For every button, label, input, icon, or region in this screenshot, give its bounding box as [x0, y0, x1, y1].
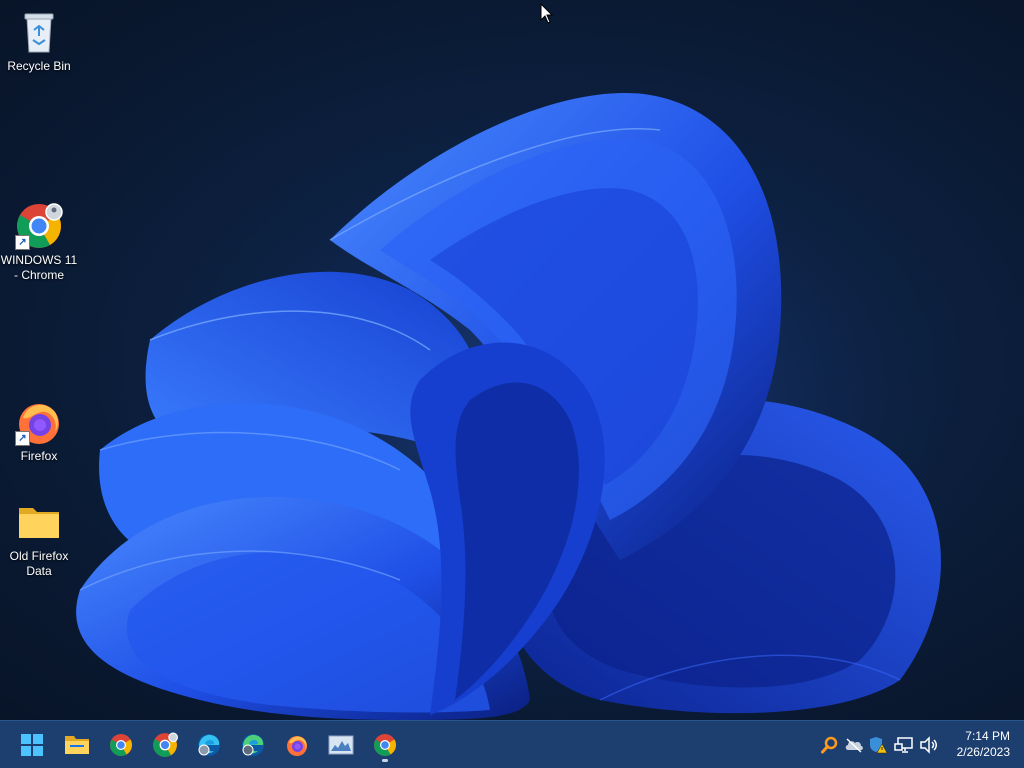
- folder-icon: [15, 498, 63, 546]
- onedrive-offline-icon: [845, 738, 863, 753]
- chrome-icon: [110, 734, 132, 756]
- taskbar-firefox[interactable]: [279, 727, 315, 763]
- shortcut-arrow-icon: ↗: [15, 431, 30, 446]
- taskbar-chrome-open[interactable]: [367, 727, 403, 763]
- tray-volume-icon[interactable]: [919, 735, 939, 755]
- desktop-icon-old-firefox-data[interactable]: Old Firefox Data: [0, 498, 78, 579]
- edge-icon: [198, 734, 220, 756]
- security-warning-icon: [870, 737, 888, 754]
- tray-onedrive-icon[interactable]: [844, 735, 864, 755]
- chrome-profile-icon: ↗: [15, 202, 63, 250]
- tray-network-icon[interactable]: [894, 735, 914, 755]
- desktop-icon-windows11-chrome[interactable]: ↗ WINDOWS 11 - Chrome: [0, 202, 78, 283]
- desktop-icon-label: Recycle Bin: [7, 59, 71, 73]
- start-button[interactable]: [14, 727, 50, 763]
- speaker-icon: [920, 736, 937, 754]
- bloom-artwork: [76, 90, 1020, 720]
- chrome-profile-icon: [153, 732, 178, 757]
- taskbar-clock[interactable]: 7:14 PM 2/26/2023: [940, 728, 1010, 760]
- tray-search-icon[interactable]: [820, 735, 840, 755]
- taskbar-edge-profile[interactable]: [235, 727, 271, 763]
- taskbar-chrome-profile[interactable]: [147, 727, 183, 763]
- magnifier-icon: [821, 736, 838, 754]
- edge-profile-icon: [242, 734, 264, 756]
- taskbar: 7:14 PM 2/26/2023: [0, 720, 1024, 768]
- desktop-icon-recycle-bin[interactable]: Recycle Bin: [0, 8, 78, 74]
- windows-start-icon: [21, 734, 43, 756]
- monitor-icon: [328, 735, 354, 755]
- desktop-icon-label: WINDOWS 11 - Chrome: [0, 253, 78, 282]
- firefox-icon: [287, 736, 307, 756]
- desktop-icon-label: Old Firefox Data: [9, 549, 69, 578]
- file-explorer-icon: [65, 736, 89, 754]
- clock-date: 2/26/2023: [956, 745, 1010, 759]
- tray-security-icon[interactable]: [868, 735, 888, 755]
- recycle-bin-icon: [15, 8, 63, 56]
- clock-time: 7:14 PM: [965, 729, 1010, 743]
- firefox-icon: ↗: [15, 398, 63, 446]
- desktop-wallpaper: [0, 0, 1024, 720]
- taskbar-file-explorer[interactable]: [59, 727, 95, 763]
- taskbar-chrome[interactable]: [103, 727, 139, 763]
- desktop-icon-firefox[interactable]: ↗ Firefox: [0, 398, 78, 464]
- taskbar-edge[interactable]: [191, 727, 227, 763]
- desktop-icon-label: Firefox: [20, 449, 58, 463]
- mouse-cursor-icon: [540, 3, 554, 24]
- shortcut-arrow-icon: ↗: [15, 235, 30, 250]
- network-icon: [894, 737, 913, 753]
- taskbar-resource-monitor[interactable]: [323, 727, 359, 763]
- chrome-icon: [374, 734, 396, 756]
